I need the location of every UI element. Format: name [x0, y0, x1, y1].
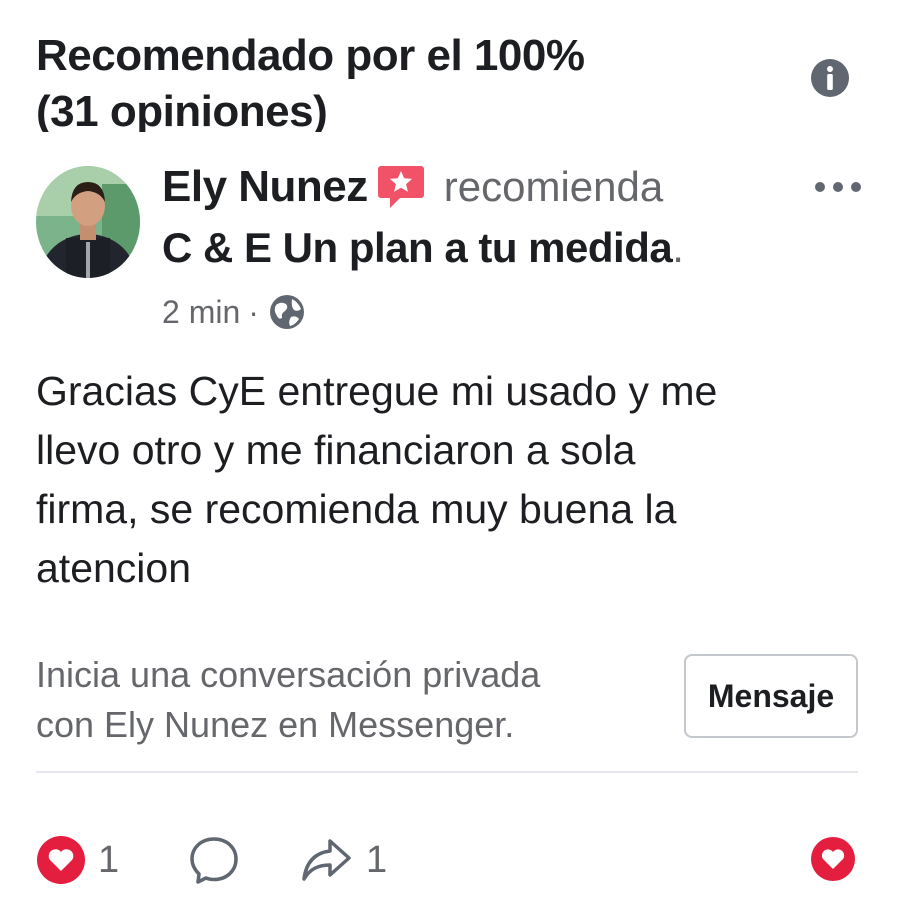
review-count: (31 opiniones) [36, 87, 328, 132]
post-meta: 2 min · [162, 290, 307, 334]
share-count: 1 [366, 838, 388, 881]
heart-react-icon[interactable] [810, 836, 856, 882]
divider [36, 771, 858, 773]
page-name-period: . [672, 224, 684, 271]
avatar[interactable] [36, 166, 140, 278]
meta-separator: · [248, 293, 259, 330]
message-button[interactable]: Mensaje [684, 654, 858, 738]
recommendation-percentage: Recomendado por el 100% [36, 31, 585, 80]
post-header-line: Ely Nunez recomienda [162, 162, 663, 212]
recommendation-summary-title: Recomendado por el 100% (31 opiniones) [36, 28, 756, 132]
recommends-label: recomienda [443, 163, 664, 210]
page-name-text: C & E Un plan a tu medida [162, 224, 673, 271]
recommended-page-name[interactable]: C & E Un plan a tu medida. [162, 224, 684, 272]
recommendation-badge-icon [377, 166, 424, 208]
share-icon[interactable] [298, 832, 354, 888]
like-count: 1 [98, 838, 120, 881]
author-name[interactable]: Ely Nunez [162, 162, 368, 212]
like-action[interactable]: 1 [36, 832, 119, 888]
more-options-icon[interactable] [812, 172, 864, 202]
messenger-prompt-line: Inicia una conversación privada [36, 654, 541, 695]
comment-icon[interactable] [186, 832, 242, 888]
review-text: Gracias CyE entregue mi usado y me llevo… [36, 362, 856, 598]
messenger-prompt-line: con Ely Nunez en Messenger. [36, 704, 515, 745]
post-timestamp[interactable]: 2 min [162, 294, 240, 331]
avatar-photo [36, 166, 140, 278]
heart-icon[interactable] [36, 835, 86, 885]
globe-icon[interactable] [267, 292, 307, 332]
messenger-prompt: Inicia una conversación privada con Ely … [36, 650, 656, 750]
review-line: llevo otro y me financiaron a sola [36, 427, 636, 473]
info-icon[interactable] [810, 58, 850, 98]
share-action[interactable]: 1 [298, 832, 387, 888]
review-line: atencion [36, 545, 192, 591]
review-line: Gracias CyE entregue mi usado y me [36, 368, 718, 414]
review-line: firma, se recomienda muy buena la [36, 486, 677, 532]
comment-action[interactable] [186, 832, 242, 888]
